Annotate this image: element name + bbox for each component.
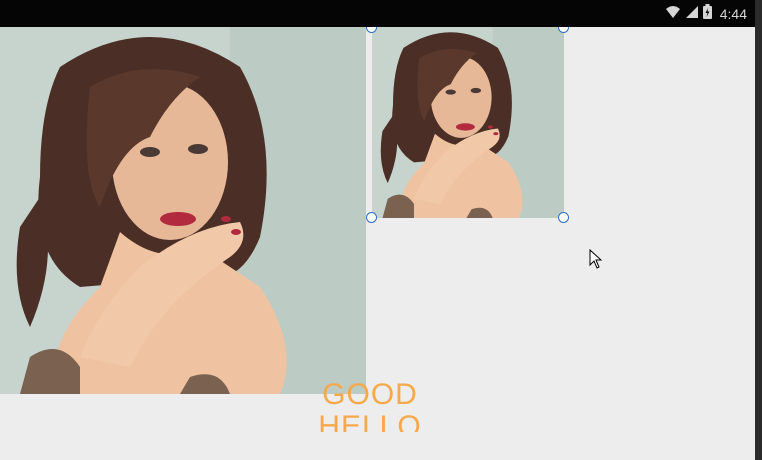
cell-signal-icon <box>685 5 699 24</box>
status-bar: 4:44 <box>0 0 755 27</box>
status-time: 4:44 <box>719 6 747 22</box>
status-icons: 4:44 <box>665 4 747 24</box>
resize-handle-bottom-right[interactable] <box>558 212 569 223</box>
window-edge <box>755 0 762 460</box>
large-portrait-image[interactable] <box>0 27 366 394</box>
text-good[interactable]: GOOD <box>300 379 440 411</box>
text-hello[interactable]: HELLO <box>300 411 440 433</box>
mouse-cursor-icon <box>589 248 603 274</box>
app-canvas: GOOD HELLO <box>0 27 755 460</box>
resize-handle-bottom-left[interactable] <box>366 212 377 223</box>
wifi-icon <box>665 5 681 24</box>
text-area: GOOD HELLO <box>300 367 440 433</box>
small-portrait-image[interactable] <box>372 27 564 218</box>
battery-icon <box>702 4 712 24</box>
resize-handle-top-right[interactable] <box>558 27 569 33</box>
